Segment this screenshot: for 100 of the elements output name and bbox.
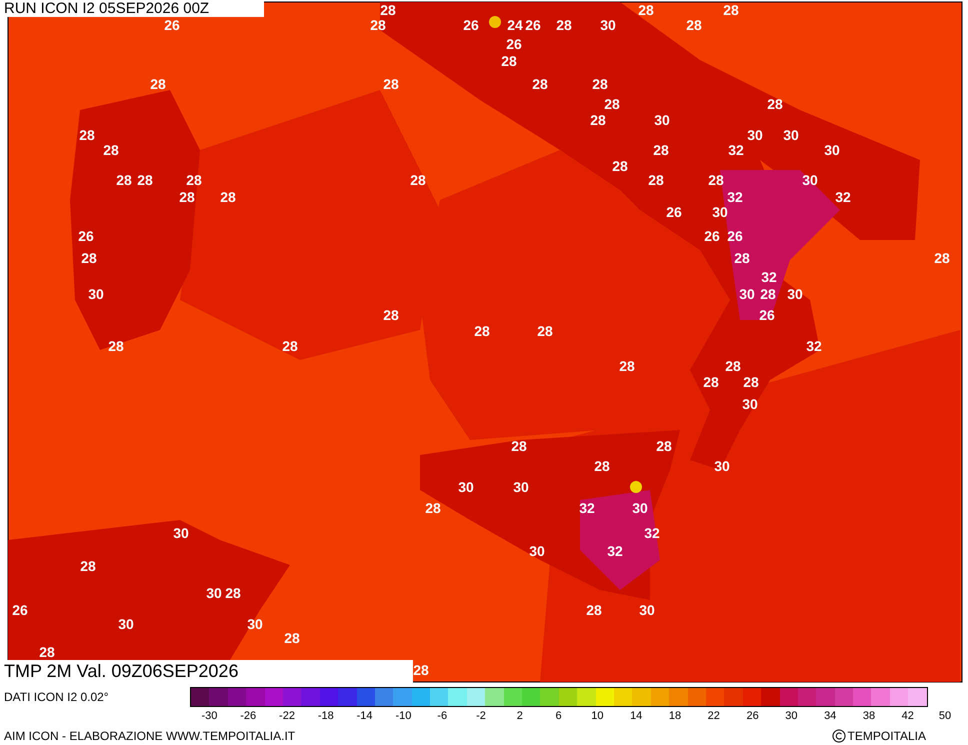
- scale-label: 14: [630, 711, 642, 722]
- contour-label: 30: [742, 397, 758, 411]
- contour-label: 30: [824, 143, 840, 157]
- scale-label: 50: [938, 711, 952, 722]
- scale-label: 10: [591, 711, 604, 722]
- scale-label: 18: [668, 711, 682, 722]
- contour-label: 28: [220, 190, 236, 204]
- contour-label: 30: [639, 603, 655, 617]
- contour-label: 28: [425, 501, 441, 515]
- scale-label: -22: [279, 711, 295, 722]
- scale-label: -30: [201, 711, 218, 722]
- contour-label: 28: [934, 251, 950, 265]
- contour-label: 28: [656, 439, 672, 453]
- scale-label: 38: [862, 711, 876, 722]
- contour-label: 32: [727, 190, 743, 204]
- contour-label: 26: [506, 37, 522, 51]
- contour-label: 26: [12, 603, 28, 617]
- contour-label: 28: [686, 18, 702, 32]
- contour-label: 32: [579, 501, 595, 515]
- contour-label: 28: [703, 375, 719, 389]
- contour-label: 26: [666, 205, 682, 219]
- contour-label: 28: [604, 97, 620, 111]
- contour-label: 26: [727, 229, 743, 243]
- contour-label: 28: [413, 663, 429, 677]
- contour-label: 24: [507, 18, 523, 32]
- contour-label: 30: [529, 544, 545, 558]
- contour-label: 26: [164, 18, 180, 32]
- scale-label: -14: [356, 711, 373, 722]
- contour-label: 30: [747, 128, 763, 142]
- scale-label: 2: [516, 711, 523, 722]
- contour-label: 28: [648, 173, 664, 187]
- contour-label: 28: [723, 3, 739, 17]
- contour-label: 28: [511, 439, 527, 453]
- scale-label: 6: [556, 711, 562, 722]
- contour-label: 30: [654, 113, 670, 127]
- copyright-icon: [832, 729, 846, 743]
- contour-label: 28: [590, 113, 606, 127]
- contour-label: 32: [761, 270, 777, 284]
- contour-label: 28: [556, 18, 572, 32]
- contour-label: 28: [225, 586, 241, 600]
- contour-label: 28: [179, 190, 195, 204]
- contour-label: 28: [370, 18, 386, 32]
- contour-label: 30: [247, 617, 263, 631]
- scale-label: -18: [318, 711, 334, 722]
- contour-label: 30: [739, 287, 755, 301]
- contour-label: 30: [714, 459, 730, 473]
- contour-label: 30: [458, 480, 474, 494]
- contour-label: 30: [513, 480, 529, 494]
- contour-label: 28: [81, 251, 97, 265]
- contour-label: 28: [638, 3, 654, 17]
- contour-label: 26: [463, 18, 479, 32]
- scale-label: 26: [746, 711, 759, 722]
- contour-label: 26: [759, 308, 775, 322]
- scale-label: -26: [240, 711, 256, 722]
- contour-label: 28: [80, 559, 96, 573]
- copyright-text: TEMPOITALIA: [848, 728, 926, 745]
- contour-label: 28: [653, 143, 669, 157]
- contour-label: 30: [206, 586, 222, 600]
- contour-label: 26: [78, 229, 94, 243]
- scale-label: -6: [437, 711, 448, 722]
- contour-label: 30: [783, 128, 799, 142]
- contour-label: 28: [108, 339, 124, 353]
- contour-label: 32: [806, 339, 822, 353]
- contour-label: 28: [186, 173, 202, 187]
- contour-label: 30: [600, 18, 616, 32]
- scale-label: -10: [395, 711, 412, 722]
- contour-label: 28: [410, 173, 426, 187]
- scale-label: 30: [785, 711, 798, 722]
- scale-label: 22: [708, 711, 720, 722]
- contour-label: 30: [88, 287, 104, 301]
- contour-label: 28: [734, 251, 750, 265]
- contour-label: 28: [725, 359, 741, 373]
- contour-label: 28: [383, 77, 399, 91]
- contour-label: 32: [607, 544, 623, 558]
- contour-label: 28: [592, 77, 608, 91]
- contour-label: 28: [39, 645, 55, 659]
- scale-label: 42: [902, 711, 914, 722]
- contour-label: 26: [525, 18, 541, 32]
- contour-label: 30: [802, 173, 818, 187]
- contour-label: 30: [787, 287, 803, 301]
- contour-label: 28: [743, 375, 759, 389]
- contour-label: 30: [118, 617, 134, 631]
- contour-label: 28: [103, 143, 119, 157]
- contour-label: 30: [712, 205, 728, 219]
- scale-label: 34: [824, 711, 836, 722]
- contour-label: 28: [586, 603, 602, 617]
- credit-text: AIM ICON - ELABORAZIONE WWW.TEMPOITALIA.IT: [3, 728, 296, 745]
- contour-label: 28: [760, 287, 776, 301]
- scale-label: -2: [476, 711, 486, 722]
- contour-label: 32: [728, 143, 744, 157]
- contour-label: 32: [644, 526, 660, 540]
- contour-label: 28: [501, 54, 517, 68]
- contour-label: 28: [612, 159, 628, 173]
- contour-label: 28: [150, 77, 166, 91]
- contour-label: 28: [79, 128, 95, 142]
- contour-label: 28: [474, 324, 490, 338]
- source-note: DATI ICON I2 0.02°: [3, 689, 110, 706]
- contour-label: 28: [594, 459, 610, 473]
- contour-label: 28: [380, 3, 396, 17]
- contour-label: 28: [708, 173, 724, 187]
